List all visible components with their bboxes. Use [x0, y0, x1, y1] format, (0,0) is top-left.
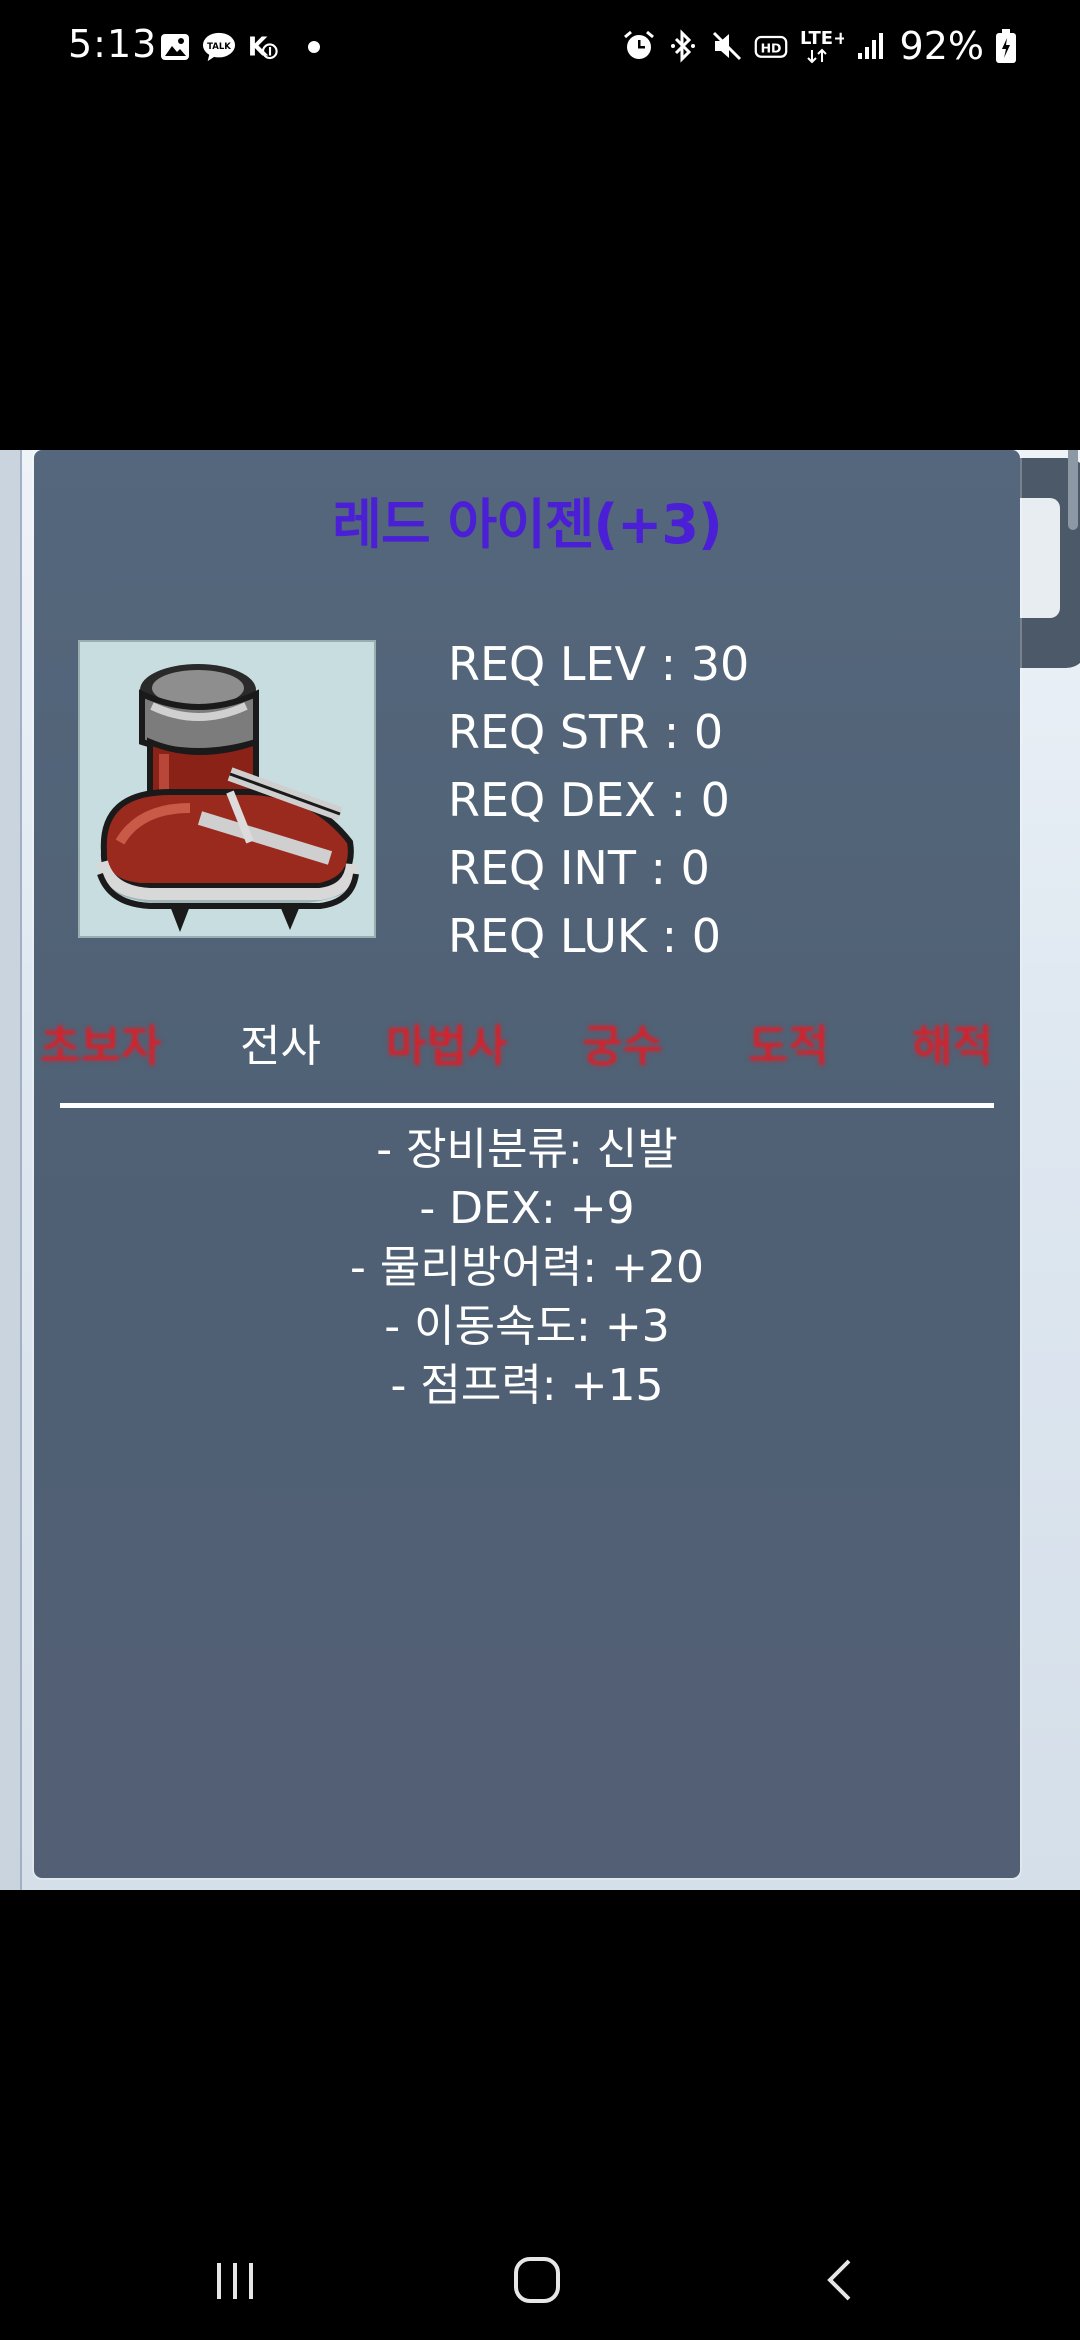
stat-physical-defense: - 물리방어력: +20	[350, 1242, 704, 1293]
back-icon	[827, 2259, 851, 2301]
stat-equipment-type: - 장비분류: 신발	[376, 1124, 678, 1175]
job-thief: 도적	[748, 1021, 829, 1072]
req-str: REQ STR : 0	[448, 705, 724, 759]
svg-text:LTE+: LTE+	[800, 28, 844, 49]
red-boots-icon	[96, 664, 359, 932]
requirements-list: REQ LEV : 30 REQ STR : 0 REQ DEX : 0 REQ…	[448, 630, 749, 970]
item-tooltip: 레드 아이젠(+3) REQ LEV: 30 REQ STR: 0 REQ …	[34, 450, 1020, 1878]
job-requirements: 초보자 전사 마법사 궁수 도적 해적	[34, 1010, 1020, 1072]
lte-icon: LTE+	[798, 28, 844, 64]
job-magician: 마법사	[386, 1021, 508, 1072]
req-level: REQ LEV : 30	[448, 637, 750, 691]
job-pirate: 해적	[912, 1021, 993, 1072]
battery-icon	[994, 29, 1018, 63]
battery-percentage: 92%	[899, 24, 984, 68]
stat-dex: - DEX: +9	[419, 1183, 635, 1234]
left-window-edge	[0, 450, 22, 1890]
home-icon	[514, 2257, 560, 2303]
scrollbar-thumb[interactable]	[1068, 450, 1078, 530]
k-notification-icon: K	[246, 30, 280, 64]
req-dex: REQ DEX : 0	[448, 773, 730, 827]
hd-voice-icon: HD	[754, 29, 788, 63]
gallery-icon	[158, 30, 192, 64]
bluetooth-icon	[666, 29, 700, 63]
svg-text:TALK: TALK	[207, 42, 231, 52]
recent-apps-button[interactable]	[200, 2245, 270, 2315]
job-beginner: 초보자	[40, 1021, 162, 1072]
mute-icon	[710, 29, 744, 63]
alarm-icon	[622, 29, 656, 63]
kakaotalk-icon: TALK	[202, 30, 236, 64]
back-button[interactable]	[806, 2245, 876, 2315]
svg-text:K: K	[248, 33, 269, 63]
tooltip-divider	[60, 1103, 994, 1108]
recent-apps-icon	[217, 2263, 253, 2299]
item-stats: - 장비분류: 신발 - DEX: +9 - 물리방어력: +20 - 이동속도…	[34, 1120, 1020, 1415]
req-luk: REQ LUK : 0	[448, 909, 722, 963]
home-button[interactable]	[502, 2245, 572, 2315]
stat-speed: - 이동속도: +3	[384, 1301, 670, 1352]
game-screenshot: 레드 아이젠(+3) REQ LEV: 30 REQ STR: 0 REQ …	[0, 450, 1080, 1890]
phone-screen: 5:13 TALK K HD LTE+ 92% 레드 아이젠(+3) REQ L…	[0, 0, 1080, 2340]
stat-jump: - 점프력: +15	[390, 1360, 664, 1411]
job-warrior: 전사	[240, 1021, 321, 1072]
item-title: 레드 아이젠(+3)	[332, 493, 722, 556]
system-icons: HD LTE+ 92%	[622, 24, 1018, 68]
status-time: 5:13	[68, 22, 158, 66]
req-int: REQ INT : 0	[448, 841, 710, 895]
navigation-bar	[0, 2220, 1080, 2340]
signal-icon	[854, 29, 888, 63]
job-archer: 궁수	[582, 1021, 663, 1072]
notification-icons: TALK K	[158, 30, 320, 64]
item-icon-frame	[78, 640, 376, 938]
svg-text:HD: HD	[760, 40, 781, 55]
more-notifications-dot	[308, 41, 320, 53]
status-bar: 5:13 TALK K HD LTE+ 92%	[0, 0, 1080, 100]
